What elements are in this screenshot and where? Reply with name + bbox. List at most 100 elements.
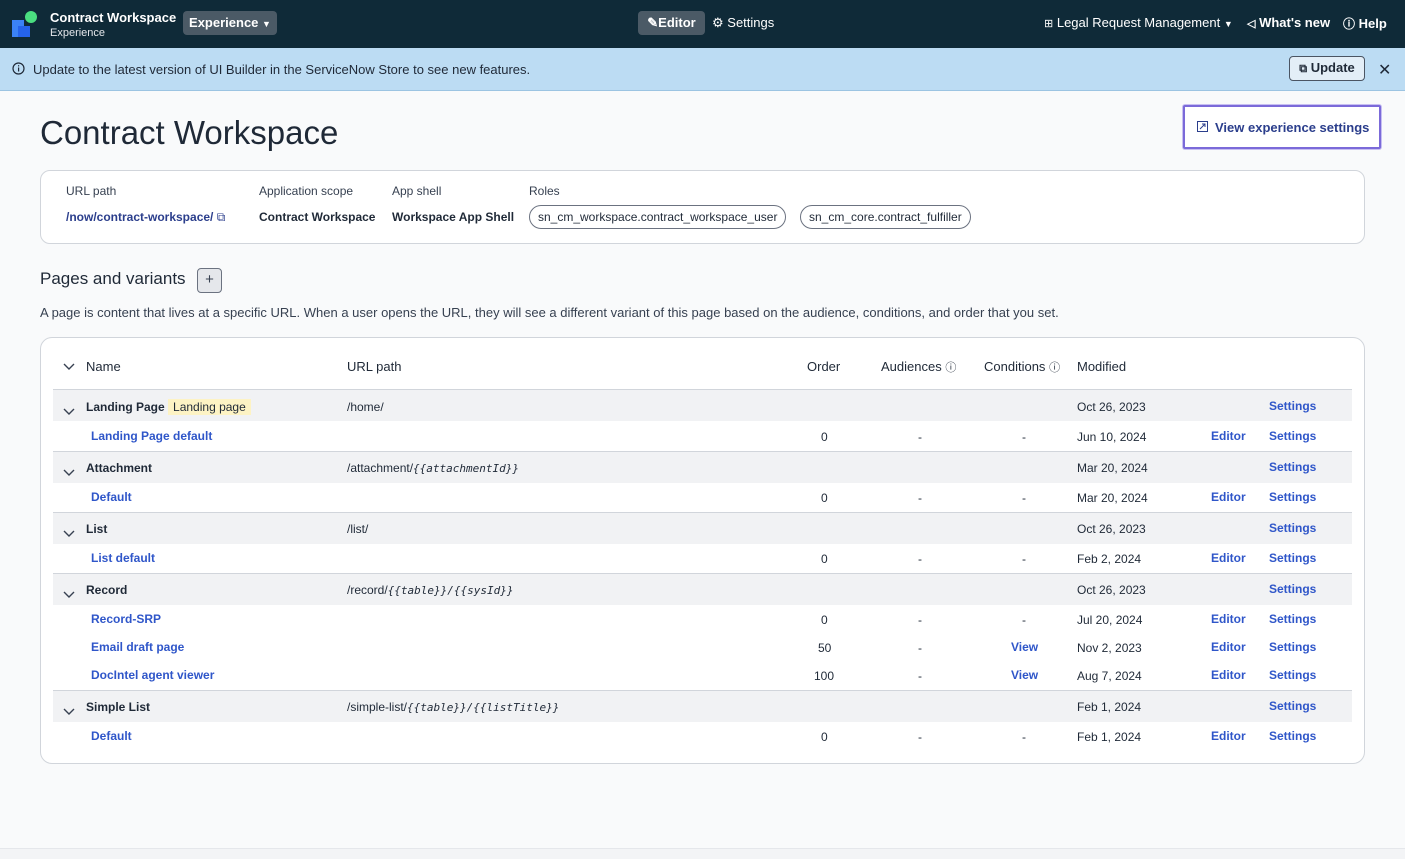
page-name: Landing Page Landing page xyxy=(86,399,251,415)
page-modified: Mar 20, 2024 xyxy=(1077,461,1148,475)
page-row-list[interactable] xyxy=(53,513,1352,544)
page-url: /list/ xyxy=(347,522,369,536)
caret-down-icon: ▼ xyxy=(262,19,271,29)
variant-name-link[interactable]: DocIntel agent viewer xyxy=(91,668,214,682)
variant-settings-link[interactable]: Settings xyxy=(1269,640,1316,654)
app-shell-label: App shell xyxy=(392,184,442,198)
variant-audiences: - xyxy=(918,552,922,566)
page-url-prefix: /simple-list/ xyxy=(347,700,408,714)
app-shell-value: Workspace App Shell xyxy=(392,210,515,224)
variant-name-link[interactable]: List default xyxy=(91,551,155,565)
page-row-attachment[interactable] xyxy=(53,452,1352,483)
variant-order: 0 xyxy=(821,491,828,505)
variant-settings-link[interactable]: Settings xyxy=(1269,668,1316,682)
app-subtitle: Experience xyxy=(50,27,106,39)
variant-settings-link[interactable]: Settings xyxy=(1269,551,1316,565)
role-pill: sn_cm_core.contract_fulfiller xyxy=(800,205,971,229)
variant-audiences: - xyxy=(918,730,922,744)
info-icon[interactable]: ⓘ xyxy=(1049,362,1060,374)
page-settings-link[interactable]: Settings xyxy=(1269,460,1316,474)
variant-name-link[interactable]: Default xyxy=(91,729,132,743)
landing-page-badge: Landing page xyxy=(168,399,251,415)
variant-modified: Jun 10, 2024 xyxy=(1077,430,1147,444)
pages-section-title: Pages and variants xyxy=(40,269,186,288)
page-settings-link[interactable]: Settings xyxy=(1269,521,1316,535)
tab-editor[interactable]: ✎Editor xyxy=(638,11,705,35)
variant-modified: Jul 20, 2024 xyxy=(1077,613,1143,627)
variant-name-link[interactable]: Landing Page default xyxy=(91,429,212,443)
application-scope-label: Legal Request Management xyxy=(1056,15,1221,30)
page-url: /attachment/{{attachmentId}} xyxy=(347,461,519,475)
roles-label: Roles xyxy=(529,184,560,198)
variant-settings-link[interactable]: Settings xyxy=(1269,729,1316,743)
experience-info-card: URL path /now/contract-workspace/ ⧉ Appl… xyxy=(40,170,1365,244)
update-banner: Update to the latest version of UI Build… xyxy=(0,48,1405,91)
close-icon[interactable]: ✕ xyxy=(1378,60,1391,80)
experience-menu-button[interactable]: Experience ▼ xyxy=(183,11,277,35)
page-modified: Oct 26, 2023 xyxy=(1077,583,1146,597)
gear-icon: ⚙ xyxy=(712,15,724,30)
page-row-record[interactable] xyxy=(53,574,1352,605)
page-settings-link[interactable]: Settings xyxy=(1269,399,1316,413)
page-settings-link[interactable]: Settings xyxy=(1269,699,1316,713)
banner-message: Update to the latest version of UI Build… xyxy=(33,62,531,77)
variant-audiences: - xyxy=(918,491,922,505)
tab-settings[interactable]: ⚙ Settings xyxy=(712,15,774,31)
view-experience-settings-button[interactable]: View experience settings xyxy=(1183,105,1381,149)
variant-editor-link[interactable]: Editor xyxy=(1211,551,1246,565)
page-modified: Oct 26, 2023 xyxy=(1077,522,1146,536)
variant-conditions-view-link[interactable]: View xyxy=(1011,668,1038,682)
chevron-down-icon[interactable] xyxy=(63,703,75,721)
variant-settings-link[interactable]: Settings xyxy=(1269,429,1316,443)
whats-new-label: What's new xyxy=(1259,15,1331,30)
variant-settings-link[interactable]: Settings xyxy=(1269,612,1316,626)
variant-order: 0 xyxy=(821,430,828,444)
page-url-variable: {{table}}/{{sysId}} xyxy=(387,584,514,597)
variant-modified: Feb 1, 2024 xyxy=(1077,730,1142,744)
variant-editor-link[interactable]: Editor xyxy=(1211,729,1246,743)
update-button[interactable]: ⧉ Update xyxy=(1289,56,1365,81)
collapse-all-chevron-icon[interactable] xyxy=(63,358,75,376)
variant-editor-link[interactable]: Editor xyxy=(1211,490,1246,504)
variant-modified: Nov 2, 2023 xyxy=(1077,641,1142,655)
variant-conditions-view-link[interactable]: View xyxy=(1011,640,1038,654)
variant-settings-link[interactable]: Settings xyxy=(1269,490,1316,504)
page-title: Contract Workspace xyxy=(40,114,339,151)
page-name: Attachment xyxy=(86,461,153,475)
variant-editor-link[interactable]: Editor xyxy=(1211,668,1246,682)
variant-conditions: - xyxy=(1022,613,1026,627)
page-modified: Oct 26, 2023 xyxy=(1077,400,1146,414)
application-scope-menu[interactable]: ⊞ Legal Request Management ▼ xyxy=(1044,15,1233,30)
page-row-simple-list[interactable] xyxy=(53,691,1352,722)
external-link-icon: ⧉ xyxy=(216,210,226,224)
page-settings-link[interactable]: Settings xyxy=(1269,582,1316,596)
variant-name-link[interactable]: Record-SRP xyxy=(91,612,161,626)
variant-editor-link[interactable]: Editor xyxy=(1211,640,1246,654)
page-name: Simple List xyxy=(86,700,151,714)
help-button[interactable]: ⓘ Help xyxy=(1343,15,1387,32)
chevron-down-icon[interactable] xyxy=(63,586,75,604)
variant-modified: Aug 7, 2024 xyxy=(1077,669,1142,683)
variant-conditions: - xyxy=(1022,430,1026,444)
page-name-text: Landing Page xyxy=(86,400,165,414)
variant-editor-link[interactable]: Editor xyxy=(1211,612,1246,626)
chevron-down-icon[interactable] xyxy=(63,525,75,543)
app-title: Contract Workspace xyxy=(50,10,177,25)
tab-settings-label: Settings xyxy=(727,15,775,30)
variant-name-link[interactable]: Email draft page xyxy=(91,640,184,654)
megaphone-icon: ◁ xyxy=(1247,18,1256,30)
pages-table: Name URL path Order Audiences ⓘ Conditio… xyxy=(40,337,1365,764)
variant-editor-link[interactable]: Editor xyxy=(1211,429,1246,443)
variant-name-link[interactable]: Default xyxy=(91,490,132,504)
column-header-conditions: Conditions ⓘ xyxy=(984,359,1060,375)
url-path-link[interactable]: /now/contract-workspace/ ⧉ xyxy=(66,210,225,225)
chevron-down-icon[interactable] xyxy=(63,464,75,482)
whats-new-button[interactable]: ◁ What's new xyxy=(1247,15,1330,30)
variant-audiences: - xyxy=(918,669,922,683)
page-url-prefix: /record/ xyxy=(347,583,388,597)
add-page-button[interactable]: + xyxy=(197,268,222,293)
chevron-down-icon[interactable] xyxy=(63,403,75,421)
info-icon[interactable]: ⓘ xyxy=(945,362,956,374)
column-header-name: Name xyxy=(86,359,121,374)
variant-order: 0 xyxy=(821,613,828,627)
